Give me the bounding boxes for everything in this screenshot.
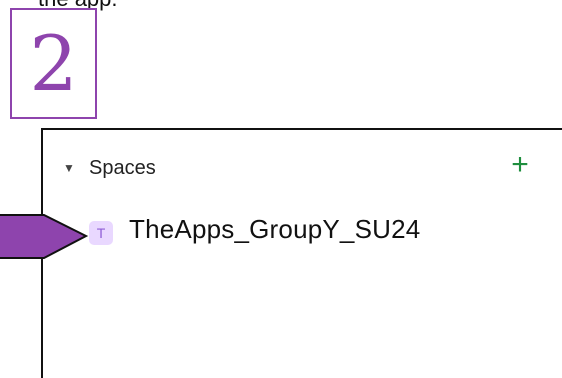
spaces-section-header[interactable]: ▼ Spaces	[63, 156, 156, 180]
step-badge: 2	[10, 8, 97, 119]
spaces-title: Spaces	[89, 156, 156, 179]
caret-down-icon[interactable]: ▼	[63, 161, 79, 175]
spaces-panel: ▼ Spaces + T TheApps_GroupY_SU24	[41, 128, 562, 378]
space-name: TheApps_GroupY_SU24	[129, 213, 421, 244]
step-number: 2	[29, 18, 78, 108]
space-avatar: T	[89, 221, 113, 245]
plus-icon: +	[511, 148, 529, 181]
space-item[interactable]: T TheApps_GroupY_SU24	[89, 207, 420, 251]
add-space-button[interactable]: +	[505, 150, 535, 180]
